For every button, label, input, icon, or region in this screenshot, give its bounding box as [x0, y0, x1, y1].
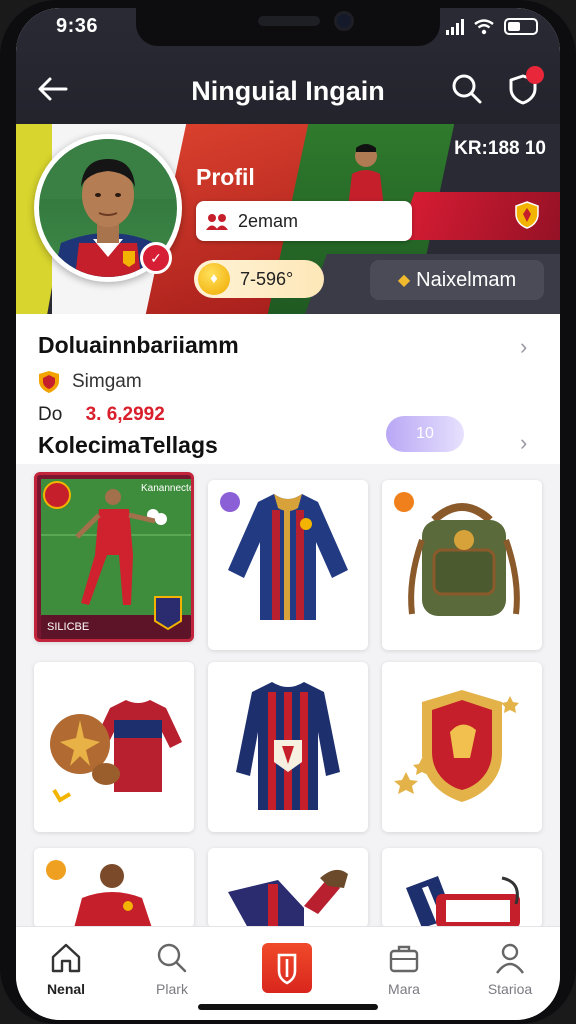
team-icon — [206, 214, 228, 230]
value-row: Do 3. 6,2992 — [38, 404, 165, 426]
verified-check-icon: ✓ — [140, 242, 172, 274]
profile-icon — [496, 943, 524, 974]
club-name: Simgam — [72, 371, 142, 392]
search-icon — [157, 943, 187, 973]
tab-home[interactable]: Nenal — [16, 941, 116, 997]
banner-code: KR:188 10 — [454, 138, 546, 159]
top-bar: 9:36 Ninguial Ingain — [16, 8, 560, 128]
collection-item-crest[interactable] — [382, 662, 542, 832]
chevron-right-icon[interactable]: › — [520, 432, 538, 454]
club-shield-icon — [515, 201, 539, 229]
collection-item-player-photo[interactable] — [34, 848, 194, 928]
speaker — [258, 16, 320, 26]
collection-item-ball-shirt[interactable] — [34, 662, 194, 832]
collection-item-bag-kit[interactable] — [382, 848, 542, 928]
tab-profile[interactable]: Starioa — [460, 941, 560, 997]
card-footer: SILICBE — [47, 621, 90, 633]
collection-item-backpack[interactable] — [382, 480, 542, 650]
wifi-icon — [474, 18, 494, 34]
long-sleeve-jersey-image — [220, 492, 348, 620]
club-crest-icon — [39, 371, 59, 393]
value-prefix: Do — [38, 404, 63, 425]
boots-and-kit-image — [228, 869, 348, 928]
info-title: Doluainnbariiamm — [38, 332, 239, 358]
shield-icon — [277, 953, 297, 985]
team-name: 2emam — [238, 210, 299, 231]
mini-player-image — [348, 144, 384, 208]
chevron-right-icon[interactable]: › — [520, 336, 538, 358]
battery-icon — [504, 18, 538, 35]
club-row: Simgam — [38, 370, 142, 394]
profile-label: Profil — [196, 164, 255, 190]
collection-title: KolecimaTellags — [38, 432, 218, 458]
striped-jersey-image — [236, 682, 340, 810]
team-pill[interactable]: 2emam — [196, 201, 412, 241]
tab-label: Mara — [388, 981, 420, 997]
tab-search[interactable]: Plark — [122, 941, 222, 997]
coin-icon: ♦ — [198, 263, 230, 295]
screen: 9:36 Ninguial Ingain KR:188 10 ✓ Profil … — [16, 8, 560, 1020]
signal-icon — [446, 18, 464, 35]
collection-item-player-card[interactable]: Kanannecte SILICBE — [34, 472, 194, 642]
status-time: 9:36 — [56, 15, 99, 37]
info-panel: Doluainnbariiamm › Simgam Do 3. 6,2992 K… — [16, 314, 560, 464]
coins-value: 7-596° — [240, 268, 294, 289]
phone-frame: 9:36 Ninguial Ingain KR:188 10 ✓ Profil … — [0, 0, 576, 1024]
bag-and-kit-image — [406, 876, 520, 928]
player-photo-image — [46, 860, 152, 928]
player-card-image — [41, 479, 191, 639]
notch — [136, 8, 440, 46]
tab-center-shield[interactable] — [262, 943, 312, 993]
tab-briefcase[interactable]: Mara — [354, 941, 454, 997]
ball-and-shirt-image — [50, 700, 182, 803]
notification-dot — [526, 66, 544, 84]
tab-label: Plark — [156, 981, 188, 997]
collection-item-striped-jersey[interactable] — [208, 662, 368, 832]
collection-item-boots-kit[interactable] — [208, 848, 368, 928]
tab-label: Nenal — [46, 981, 86, 997]
status-icons — [446, 18, 538, 35]
camera — [334, 11, 354, 31]
rank-label: Naixelmam — [416, 268, 517, 291]
diamond-icon: ◆ — [397, 272, 411, 289]
value-amount: 3. 6,2992 — [85, 404, 165, 425]
rank-button[interactable]: ◆ Naixelmam — [370, 260, 544, 300]
tab-label: Starioa — [487, 981, 533, 997]
briefcase-icon — [389, 945, 419, 973]
card-caption: Kanannecte — [141, 483, 194, 494]
collection-item-jersey[interactable] — [208, 480, 368, 650]
search-icon[interactable] — [450, 72, 484, 106]
coins-pill[interactable]: ♦ 7-596° — [194, 260, 324, 298]
club-crest-badge-image — [394, 690, 519, 802]
home-indicator[interactable] — [198, 1004, 378, 1010]
backpack-image — [394, 492, 520, 616]
collection-badge[interactable]: 10 — [386, 416, 464, 452]
home-icon — [51, 943, 81, 973]
